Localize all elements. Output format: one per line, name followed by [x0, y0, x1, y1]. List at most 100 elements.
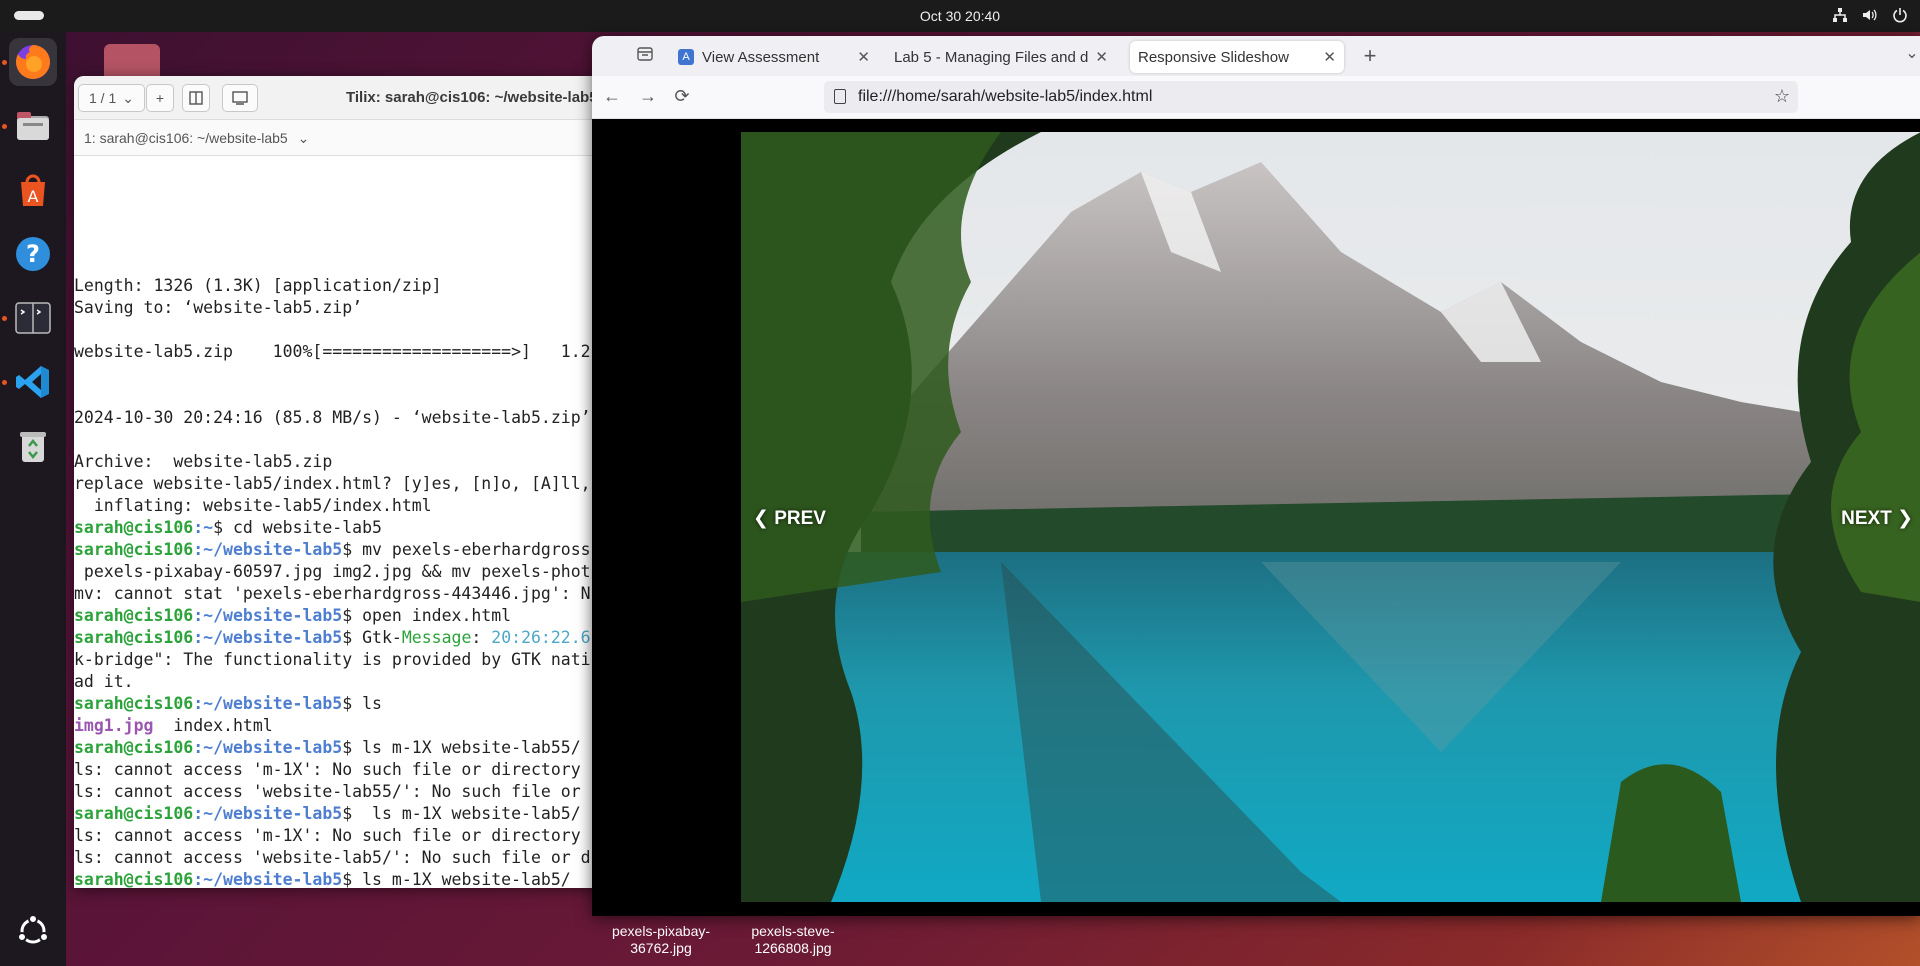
tab-view-assessment[interactable]: A View Assessment ✕ [670, 41, 878, 73]
terminal-line: website-lab5.zip 100%[==================… [74, 342, 591, 361]
clock[interactable]: Oct 30 20:40 [0, 8, 1920, 24]
desktop-file-steve[interactable]: pexels-steve- 1266808.jpg [732, 923, 854, 957]
terminal-line: Archive: website-lab5.zip [74, 452, 333, 471]
terminal-line: img1.jpg index.html [74, 715, 644, 737]
terminal-prompt-line: sarah@cis106:~/website-lab5$ mv pexels-e… [74, 539, 644, 561]
terminal-line: replace website-lab5/index.html? [y]es, … [74, 474, 591, 493]
firefox-view-icon[interactable] [633, 45, 657, 68]
vscode-icon[interactable] [9, 358, 57, 406]
prompt-command: $ open index.html [342, 606, 512, 625]
firefox-window[interactable]: A View Assessment ✕ Lab 5 - Managing Fil… [592, 36, 1920, 916]
prompt-path: :~/website-lab5 [193, 628, 343, 647]
svg-text:?: ? [26, 240, 40, 268]
terminal-line: Length: 1326 (1.3K) [application/zip] [74, 276, 442, 295]
terminal-output[interactable]: Length: 1326 (1.3K) [application/zip] Sav… [74, 156, 644, 888]
session-tab[interactable]: 1: sarah@cis106: ~/website-lab5 ⌄ [74, 120, 644, 156]
terminal-prompt-line: sarah@cis106:~/website-lab5$ open index.… [74, 605, 644, 627]
show-apps-icon[interactable] [9, 907, 57, 955]
navigation-bar: ← → ⟳ file:///home/sarah/website-lab5/in… [592, 76, 1920, 119]
terminal-line: ls: cannot access 'website-lab5/': No su… [74, 848, 591, 867]
prompt-command: $ mv pexels-eberhardgross [342, 540, 591, 559]
gtk-message-label: Message [401, 628, 472, 647]
prompt-path: :~ [193, 518, 214, 537]
help-icon[interactable]: ? [9, 230, 57, 278]
terminal-line: ls: cannot access 'm-1X': No such file o… [74, 760, 581, 779]
terminal-prompt-line: sarah@cis106:~/website-lab5$ ls m-1X web… [74, 737, 644, 759]
tab-responsive-slideshow[interactable]: Responsive Slideshow ✕ [1130, 41, 1344, 73]
url-bar[interactable]: file:///home/sarah/website-lab5/index.ht… [824, 81, 1798, 113]
next-button[interactable]: NEXT ❯ [1841, 507, 1913, 530]
forward-arrow-icon[interactable]: → [636, 86, 660, 107]
close-icon[interactable]: ✕ [1323, 48, 1336, 66]
prompt-user: sarah@cis106 [74, 738, 194, 757]
files-icon[interactable] [9, 102, 57, 150]
prompt-user: sarah@cis106 [74, 694, 194, 713]
dock: A ? [0, 32, 66, 966]
file-name-line2: 36762.jpg [630, 940, 692, 956]
terminal-prompt-line: sarah@cis106:~$ cd website-lab5 [74, 517, 644, 539]
prompt-user: sarah@cis106 [74, 606, 194, 625]
prompt-command: $ cd website-lab5 [213, 518, 382, 537]
terminal-line: mv: cannot stat 'pexels-eberhardgross-44… [74, 584, 591, 603]
page-icon [834, 89, 846, 104]
back-arrow-icon[interactable]: ← [600, 86, 624, 107]
prompt-command: $ ls [342, 694, 382, 713]
volume-icon[interactable] [1862, 7, 1878, 23]
firefox-icon[interactable] [9, 38, 57, 86]
close-icon[interactable]: ✕ [1095, 48, 1108, 66]
prompt-path: :~/website-lab5 [193, 606, 343, 625]
assessment-favicon-icon: A [678, 49, 694, 65]
prompt-user: sarah@cis106 [74, 518, 194, 537]
terminal-line: 2024-10-30 20:24:16 (85.8 MB/s) - ‘websi… [74, 408, 591, 427]
gtk-timestamp: 20:26:22.6 [491, 628, 591, 647]
desktop-file-pixabay[interactable]: pexels-pixabay- 36762.jpg [600, 923, 722, 957]
terminal-line: ad it. [74, 672, 134, 691]
tab-list-chevron-icon[interactable]: ⌄ [1900, 43, 1920, 63]
power-icon[interactable] [1892, 7, 1908, 23]
prompt-command: $ ls m-1X website-lab55/ [342, 738, 581, 757]
close-icon[interactable]: ✕ [857, 48, 870, 66]
svg-text:A: A [28, 187, 39, 206]
file-name-line2: 1266808.jpg [754, 940, 832, 956]
session-label: 1: sarah@cis106: ~/website-lab5 [84, 130, 288, 146]
terminal-line: ls: cannot access 'website-lab55/': No s… [74, 782, 581, 801]
reload-icon[interactable]: ⟳ [670, 86, 694, 107]
bookmark-star-icon[interactable]: ☆ [1774, 86, 1790, 107]
file-name-line1: pexels-pixabay- [611, 923, 711, 939]
prompt-path: :~/website-lab5 [193, 804, 343, 823]
prompt-user: sarah@cis106 [74, 628, 194, 647]
url-text[interactable]: file:///home/sarah/website-lab5/index.ht… [858, 88, 1152, 106]
desktop-folder-icon[interactable] [104, 44, 160, 80]
session-switcher[interactable]: 1 / 1 ⌄ [78, 84, 145, 112]
terminal-line: k-bridge": The functionality is provided… [74, 650, 591, 669]
tilix-window[interactable]: 1 / 1 ⌄ + Tilix: sarah@cis106: ~/website… [74, 76, 644, 888]
split-right-icon[interactable] [182, 84, 210, 112]
tab-label: Lab 5 - Managing Files and d [894, 48, 1089, 66]
prompt-path: :~/website-lab5 [193, 870, 343, 888]
prev-button[interactable]: ❮ PREV [753, 507, 826, 530]
terminal-line: ls: cannot access 'm-1X': No such file o… [74, 826, 581, 845]
network-icon[interactable] [1832, 7, 1848, 23]
terminal-line: inflating: website-lab5/index.html [74, 496, 432, 515]
split-down-icon[interactable] [222, 84, 258, 112]
top-bar: Oct 30 20:40 [0, 0, 1920, 32]
new-tab-button[interactable]: + [1358, 43, 1382, 69]
tab-lab5[interactable]: Lab 5 - Managing Files and d ✕ [894, 41, 1114, 73]
tilix-icon[interactable] [9, 294, 57, 342]
ls-image-file: img1.jpg [74, 716, 154, 735]
system-tray[interactable] [1832, 7, 1908, 23]
terminal-titlebar[interactable]: 1 / 1 ⌄ + Tilix: sarah@cis106: ~/website… [74, 76, 644, 120]
trash-icon[interactable] [9, 422, 57, 470]
add-session-button[interactable]: + [146, 84, 174, 112]
chevron-down-icon: ⌄ [122, 89, 134, 106]
prompt-user: sarah@cis106 [74, 540, 194, 559]
prompt-path: :~/website-lab5 [193, 540, 343, 559]
app-center-icon[interactable]: A [9, 166, 57, 214]
terminal-prompt-line: sarah@cis106:~/website-lab5$ ls m-1X web… [74, 869, 644, 888]
gtk-colon: : [471, 628, 492, 647]
file-name-line1: pexels-steve- [751, 923, 835, 939]
prompt-command: $ ls m-1X website-lab5/ [342, 804, 581, 823]
